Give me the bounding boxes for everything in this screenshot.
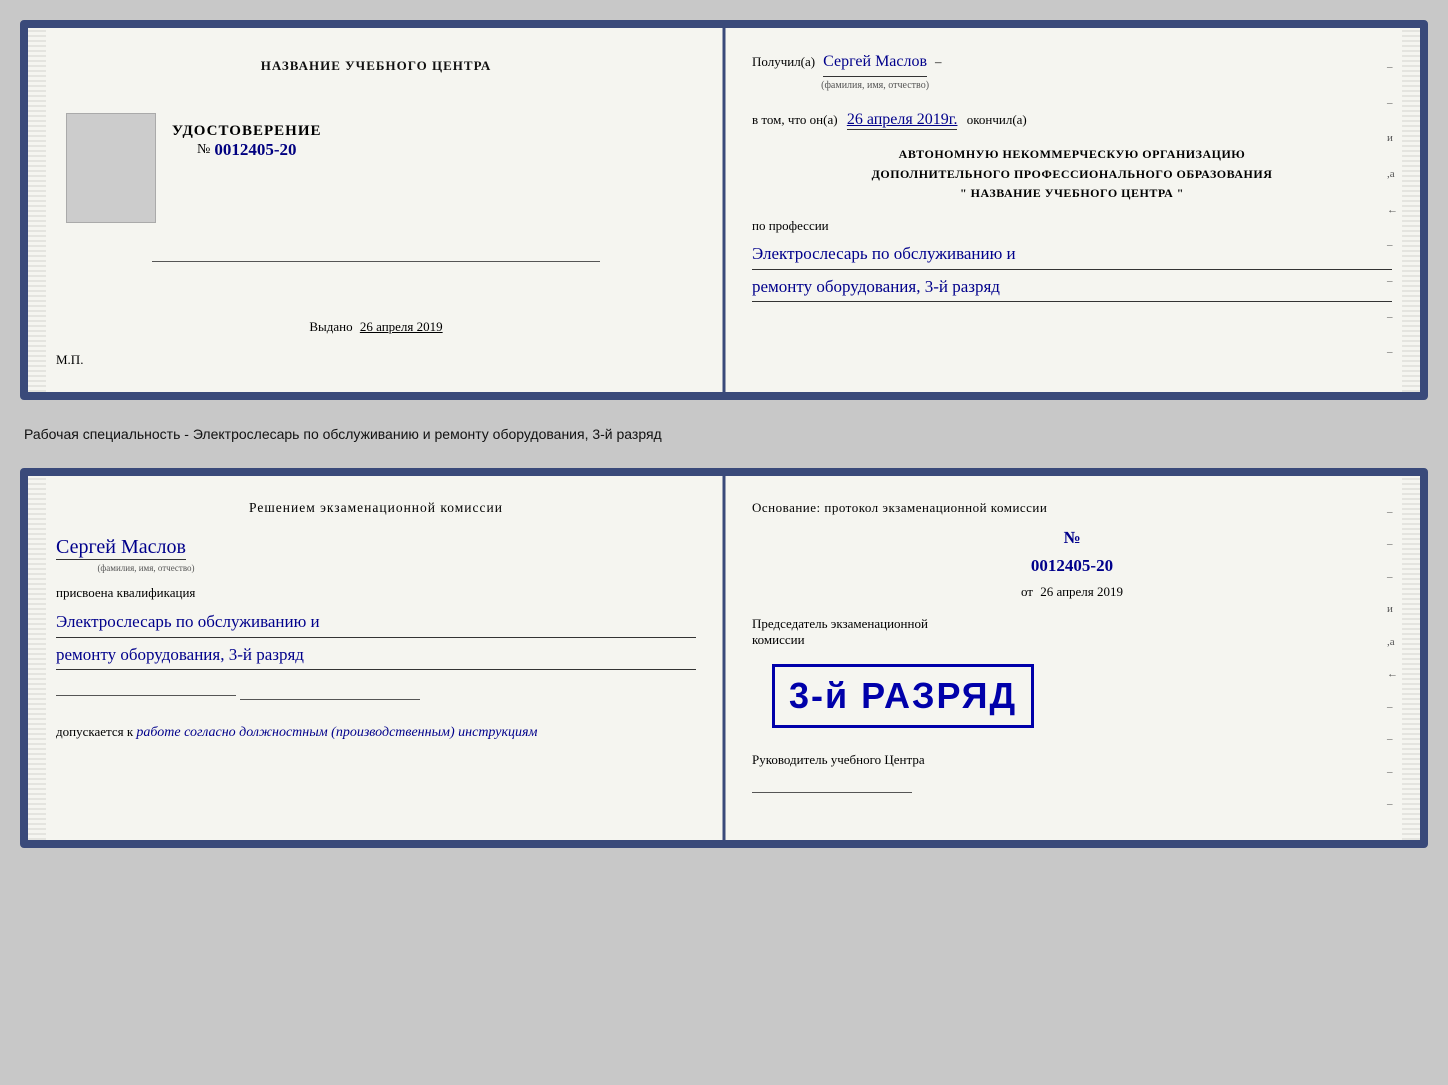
page-wrapper: НАЗВАНИЕ УЧЕБНОГО ЦЕНТРА УДОСТОВЕРЕНИЕ №… — [20, 20, 1428, 848]
dopusk-text: работе согласно должностным (производств… — [136, 725, 537, 740]
profession-line2: ремонту оборудования, 3-й разряд — [752, 274, 1392, 303]
ot-date-value: 26 апреля 2019 — [1040, 584, 1123, 599]
description-text: Рабочая специальность - Электрослесарь п… — [20, 418, 1428, 450]
protocol-num-prefix: № — [1063, 528, 1080, 547]
qual-line2: ремонту оборудования, 3-й разряд — [56, 642, 696, 671]
profession-line1: Электрослесарь по обслуживанию и — [752, 241, 1392, 270]
ot-date-line: от 26 апреля 2019 — [752, 584, 1392, 600]
vtom-date: 26 апреля 2019г. — [847, 111, 958, 130]
photo-placeholder — [66, 113, 156, 223]
dopuskaetsya-block: допускается к работе согласно должностны… — [56, 724, 696, 741]
prisvoena-label: присвоена квалификация — [56, 585, 696, 601]
udost-title: УДОСТОВЕРЕНИЕ — [172, 123, 322, 140]
vydano-label: Выдано — [309, 319, 352, 334]
bottom-document: Решением экзаменационной комиссии Сергей… — [20, 468, 1428, 848]
dopuskaetsya-label: допускается к — [56, 724, 133, 739]
vydano-line: Выдано 26 апреля 2019 — [309, 319, 442, 335]
vydano-date: 26 апреля 2019 — [360, 319, 443, 334]
bottom-doc-right: Основание: протокол экзаменационной коми… — [724, 476, 1420, 840]
right-edge-marks: – – и ,а ← – – – – — [1387, 58, 1398, 362]
udost-num: 0012405-20 — [214, 140, 296, 160]
top-document: НАЗВАНИЕ УЧЕБНОГО ЦЕНТРА УДОСТОВЕРЕНИЕ №… — [20, 20, 1428, 400]
autonomy-block: АВТОНОМНУЮ НЕКОММЕРЧЕСКУЮ ОРГАНИЗАЦИЮ ДО… — [752, 145, 1392, 203]
resheniye-title: Решением экзаменационной комиссии — [56, 500, 696, 516]
po-professii-label: по профессии Электрослесарь по обслужива… — [752, 215, 1392, 302]
autonomy-line1: АВТОНОМНУЮ НЕКОММЕРЧЕСКУЮ ОРГАНИЗАЦИЮ — [752, 145, 1392, 164]
ot-label: от — [1021, 584, 1033, 599]
bottom-right-edge-marks: – – – и ,а ← – – – – — [1387, 506, 1398, 810]
rukavod-label: Руководитель учебного Центра — [752, 752, 1392, 768]
udost-block: УДОСТОВЕРЕНИЕ № 0012405-20 — [172, 123, 322, 160]
name-sublabel: (фамилия, имя, отчество) — [821, 77, 929, 94]
qual-line1: Электрослесарь по обслуживанию и — [56, 609, 696, 638]
bottom-doc-left: Решением экзаменационной комиссии Сергей… — [28, 476, 724, 840]
osnovaniye-text: Основание: протокол экзаменационной коми… — [752, 500, 1392, 516]
top-doc-left: НАЗВАНИЕ УЧЕБНОГО ЦЕНТРА УДОСТОВЕРЕНИЕ №… — [28, 28, 724, 392]
poluchil-line: Получил(а) Сергей Маслов (фамилия, имя, … — [752, 48, 1392, 94]
stamp-text: 3-й РАЗРЯД — [789, 675, 1017, 717]
protocol-num: 0012405-20 — [752, 556, 1392, 576]
autonomy-line2: ДОПОЛНИТЕЛЬНОГО ПРОФЕССИОНАЛЬНОГО ОБРАЗО… — [752, 165, 1392, 184]
poluchil-label: Получил(а) — [752, 51, 815, 73]
training-center-title: НАЗВАНИЕ УЧЕБНОГО ЦЕНТРА — [261, 58, 492, 74]
recipient-name: Сергей Маслов — [823, 48, 927, 77]
autonomy-center: " НАЗВАНИЕ УЧЕБНОГО ЦЕНТРА " — [752, 184, 1392, 203]
okonchil-label: окончил(а) — [967, 112, 1027, 127]
udost-num-prefix: № — [197, 142, 210, 158]
chairman-label: Председатель экзаменационной комиссии — [752, 616, 952, 648]
chairman-block: Председатель экзаменационной комиссии 3-… — [752, 616, 1392, 744]
rukavod-block: Руководитель учебного Центра — [752, 752, 1392, 793]
vtom-line: в том, что он(а) 26 апреля 2019г. окончи… — [752, 106, 1392, 133]
dash: – — [935, 51, 942, 73]
top-doc-right: Получил(а) Сергей Маслов (фамилия, имя, … — [724, 28, 1420, 392]
bottom-name-sub: (фамилия, имя, отчество) — [56, 563, 236, 573]
bottom-name: Сергей Маслов — [56, 536, 186, 560]
mp-text: М.П. — [56, 352, 83, 368]
stamp-box: 3-й РАЗРЯД — [772, 664, 1034, 728]
po-professii-text: по профессии — [752, 218, 829, 233]
vtom-label: в том, что он(а) — [752, 112, 838, 127]
